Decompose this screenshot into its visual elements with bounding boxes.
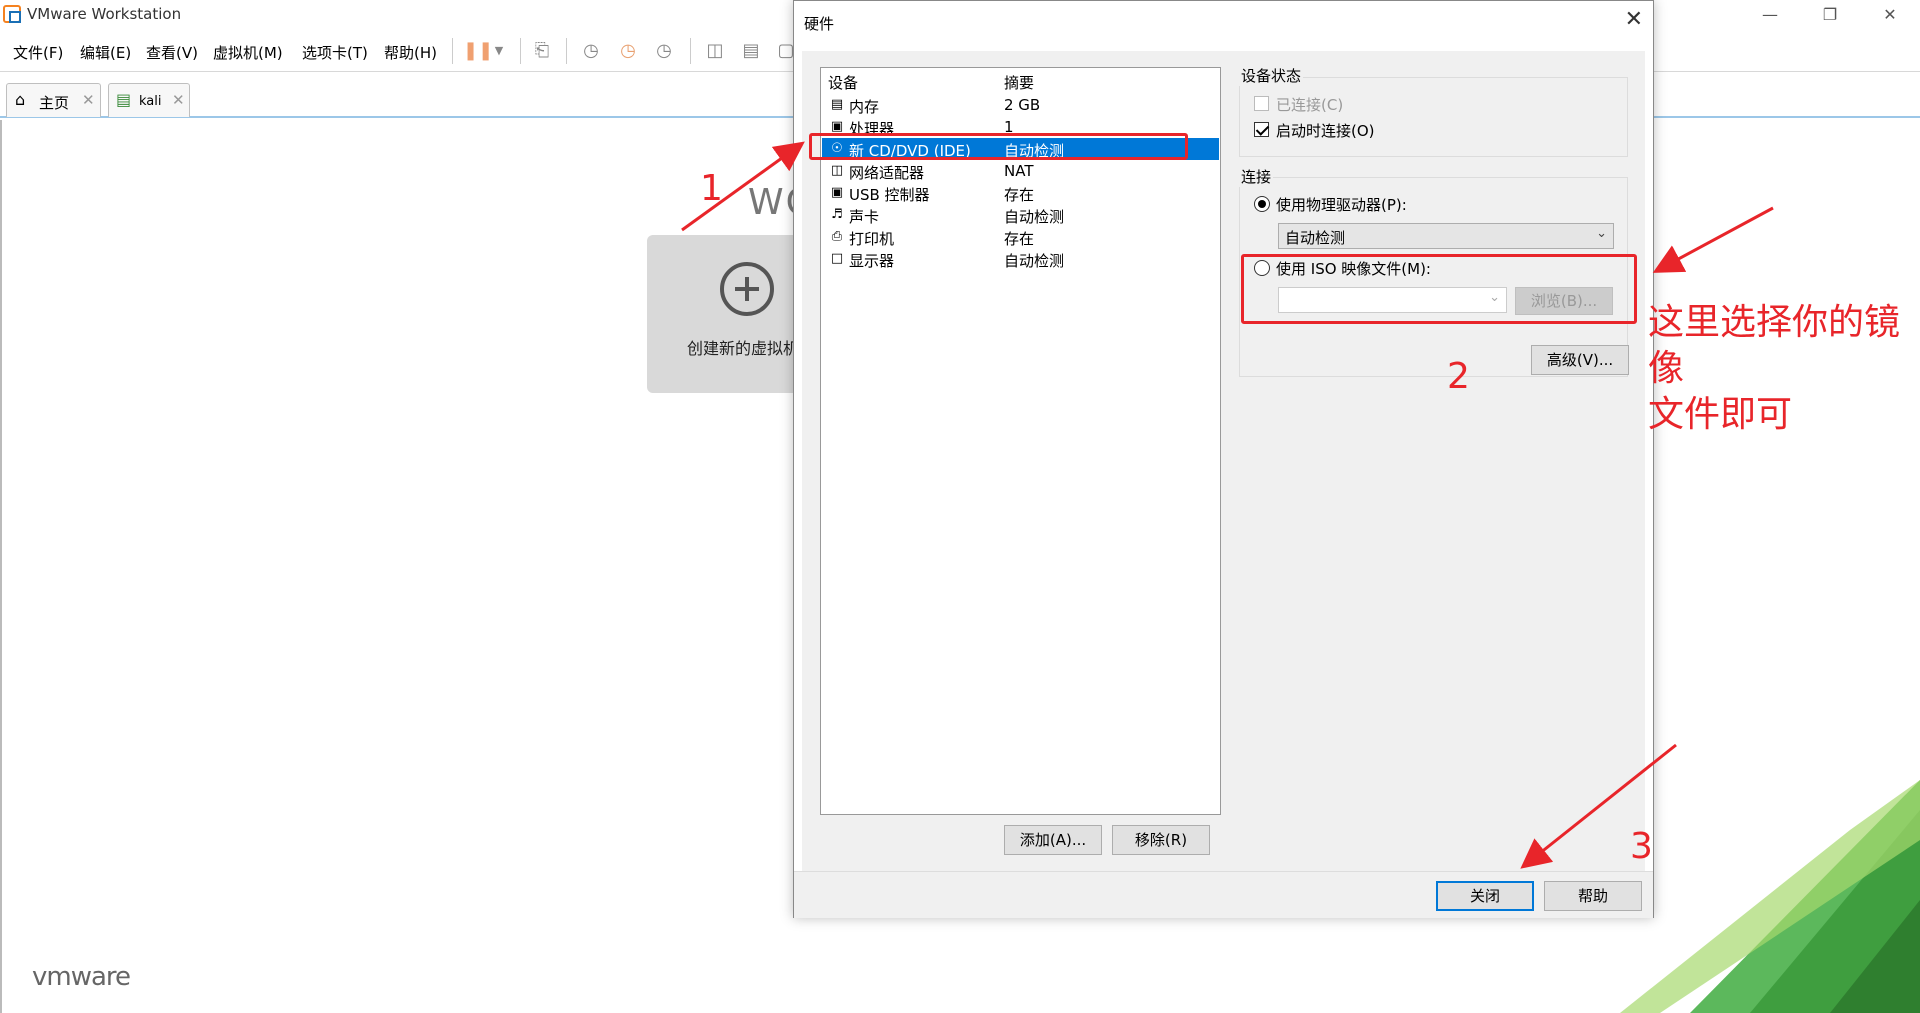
device-name: 网络适配器 (849, 164, 925, 182)
toolbar-separator (452, 38, 453, 64)
usb-icon: ▣ (830, 185, 844, 200)
device-summary: 自动检测 (1004, 208, 1065, 226)
highlight-box-iso (1241, 254, 1637, 324)
sidebar-view-icon[interactable]: ◫ (704, 40, 726, 62)
help-button[interactable]: 帮助 (1544, 881, 1642, 911)
home-icon: ⌂ (15, 90, 26, 109)
app-title: VMware Workstation (27, 5, 182, 23)
device-summary: 自动检测 (1004, 252, 1065, 270)
device-summary: NAT (1004, 162, 1034, 180)
sound-icon: ♬ (831, 207, 843, 222)
device-name: 打印机 (849, 230, 895, 248)
send-keys-icon[interactable]: ⎗ (531, 40, 553, 62)
highlight-box-cd-dvd (809, 133, 1188, 160)
device-row-display[interactable]: □ 显示器 自动检测 (822, 248, 1219, 270)
connect-on-start-label: 启动时连接(O) (1276, 122, 1375, 140)
instruction-note: 这里选择你的镜像 文件即可 (1648, 300, 1920, 438)
thumbnail-view-icon[interactable]: ▤ (740, 40, 762, 62)
step-3-label: 3 (1630, 826, 1653, 867)
device-name: 声卡 (849, 208, 880, 226)
restore-icon[interactable]: ❐ (1810, 2, 1850, 28)
physical-drive-radio[interactable] (1254, 196, 1270, 212)
minimize-icon[interactable]: — (1750, 2, 1790, 28)
close-icon[interactable]: ✕ (1625, 7, 1643, 32)
instruction-note-line2: 文件即可 (1648, 394, 1793, 435)
vm-icon: ▤ (116, 90, 132, 109)
device-row-usb[interactable]: ▣ USB 控制器 存在 (822, 182, 1219, 204)
dialog-title: 硬件 (804, 15, 835, 33)
tab-kali-label: kali (139, 94, 162, 109)
menu-help[interactable]: 帮助(H) (384, 42, 437, 63)
device-column-header: 设备 (828, 74, 859, 92)
dialog-footer: 关闭 帮助 (794, 871, 1653, 918)
close-button[interactable]: 关闭 (1436, 881, 1534, 911)
physical-drive-value: 自动检测 (1285, 229, 1346, 247)
toolbar-separator (690, 38, 691, 64)
advanced-button[interactable]: 高级(V)... (1531, 345, 1629, 375)
create-vm-label: 创建新的虚拟机 (687, 339, 800, 358)
toolbar-separator (520, 38, 521, 64)
chevron-down-icon: ⌄ (1596, 226, 1607, 241)
device-name: USB 控制器 (849, 186, 930, 204)
display-icon: □ (830, 251, 844, 266)
pause-icon[interactable]: ❚❚ (463, 40, 493, 62)
dialog-body: 设备 摘要 ▤ 内存 2 GB ▣ 处理器 1 ☉ 新 CD/DVD (IDE)… (802, 51, 1645, 871)
memory-icon: ▤ (830, 97, 844, 112)
connected-label: 已连接(C) (1276, 96, 1344, 114)
device-name: 内存 (849, 98, 880, 116)
physical-drive-label: 使用物理驱动器(P): (1276, 196, 1407, 214)
tab-close-icon[interactable]: ✕ (82, 91, 95, 109)
printer-icon: ⎙ (831, 229, 843, 244)
close-icon[interactable]: ✕ (1870, 2, 1910, 28)
revert-snapshot-icon[interactable]: ◷ (617, 40, 639, 62)
device-row-printer[interactable]: ⎙ 打印机 存在 (822, 226, 1219, 248)
device-status-group (1239, 77, 1628, 157)
device-row-sound[interactable]: ♬ 声卡 自动检测 (822, 204, 1219, 226)
tab-close-icon[interactable]: ✕ (172, 91, 185, 109)
device-name: 显示器 (849, 252, 895, 270)
summary-column-header: 摘要 (1004, 74, 1035, 92)
menu-edit[interactable]: 编辑(E) (80, 42, 131, 63)
menu-vm[interactable]: 虚拟机(M) (213, 42, 283, 63)
snapshot-manager-icon[interactable]: ◷ (653, 40, 675, 62)
device-list: 设备 摘要 ▤ 内存 2 GB ▣ 处理器 1 ☉ 新 CD/DVD (IDE)… (820, 67, 1221, 815)
device-status-label: 设备状态 (1239, 65, 1304, 86)
add-device-button[interactable]: 添加(A)... (1004, 825, 1102, 855)
remove-device-button[interactable]: 移除(R) (1112, 825, 1210, 855)
menu-view[interactable]: 查看(V) (146, 42, 198, 63)
device-row-memory[interactable]: ▤ 内存 2 GB (822, 94, 1219, 116)
instruction-note-line1: 这里选择你的镜像 (1648, 302, 1901, 389)
menu-tabs[interactable]: 选项卡(T) (302, 42, 368, 63)
vmware-logo: vmware (32, 962, 131, 992)
toolbar-separator (566, 38, 567, 64)
device-summary: 2 GB (1004, 96, 1041, 114)
plus-circle-icon (720, 262, 774, 316)
device-summary: 存在 (1004, 230, 1035, 248)
menu-file[interactable]: 文件(F) (13, 42, 63, 63)
device-summary: 存在 (1004, 186, 1035, 204)
connect-on-start-checkbox[interactable] (1254, 122, 1269, 137)
physical-drive-select[interactable]: 自动检测 ⌄ (1278, 223, 1614, 249)
vmware-app-icon (3, 5, 21, 23)
dropdown-arrow-icon[interactable]: ▼ (488, 40, 510, 62)
tab-home-label: 主页 (39, 94, 70, 112)
device-row-network[interactable]: ◫ 网络适配器 NAT (822, 160, 1219, 182)
tab-home[interactable]: ⌂ 主页 ✕ (6, 83, 101, 117)
snapshot-icon[interactable]: ◷ (580, 40, 602, 62)
create-vm-card[interactable]: 创建新的虚拟机 (647, 235, 807, 393)
connected-checkbox[interactable] (1254, 96, 1269, 111)
tab-kali[interactable]: ▤ kali ✕ (108, 83, 190, 117)
network-icon: ◫ (830, 163, 844, 178)
step-1-label: 1 (700, 168, 723, 209)
connection-label: 连接 (1239, 166, 1274, 187)
step-2-label: 2 (1447, 356, 1470, 397)
